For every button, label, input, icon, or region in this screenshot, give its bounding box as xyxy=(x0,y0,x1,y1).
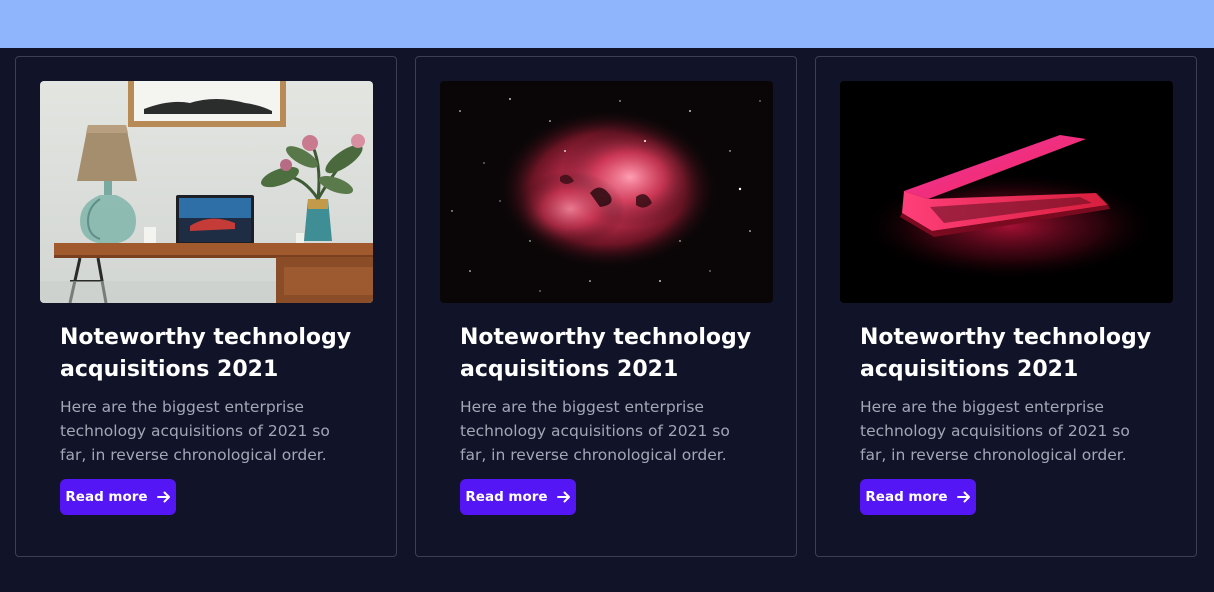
desk-lamp-laptop-photo xyxy=(40,81,373,303)
top-banner xyxy=(0,0,1214,48)
read-more-button[interactable]: Read more xyxy=(860,479,976,515)
read-more-label: Read more xyxy=(865,489,948,505)
card-title: Noteworthy technology acquisitions 2021 xyxy=(460,325,752,382)
card-image-desk[interactable] xyxy=(40,81,373,303)
read-more-button[interactable]: Read more xyxy=(60,479,176,515)
read-more-button[interactable]: Read more xyxy=(460,479,576,515)
card-grid: Noteworthy technology acquisitions 2021 … xyxy=(0,48,1214,592)
arrow-right-icon xyxy=(556,491,570,503)
card-title: Noteworthy technology acquisitions 2021 xyxy=(860,325,1152,382)
card-description: Here are the biggest enterprise technolo… xyxy=(60,398,330,464)
article-card: Noteworthy technology acquisitions 2021 … xyxy=(15,56,397,557)
article-card: Noteworthy technology acquisitions 2021 … xyxy=(415,56,797,557)
arrow-right-icon xyxy=(956,491,970,503)
card-image-nebula[interactable] xyxy=(440,81,773,303)
arrow-right-icon xyxy=(156,491,170,503)
article-card: Noteworthy technology acquisitions 2021 … xyxy=(815,56,1197,557)
red-nebula-photo xyxy=(440,81,773,303)
card-description: Here are the biggest enterprise technolo… xyxy=(860,398,1130,464)
read-more-label: Read more xyxy=(65,489,148,505)
card-description: Here are the biggest enterprise technolo… xyxy=(460,398,730,464)
card-image-laptop[interactable] xyxy=(840,81,1173,303)
card-title: Noteworthy technology acquisitions 2021 xyxy=(60,325,352,382)
glowing-laptop-photo xyxy=(840,81,1173,303)
read-more-label: Read more xyxy=(465,489,548,505)
